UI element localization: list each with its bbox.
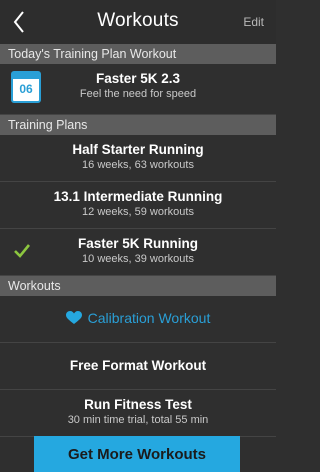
section-today: Today's Training Plan Workout <box>0 44 276 64</box>
plan-title: 13.1 Intermediate Running <box>53 189 223 204</box>
calibration-label: Calibration Workout <box>87 310 211 326</box>
today-workout-subtitle: Feel the need for speed <box>79 88 197 100</box>
edit-button[interactable]: Edit <box>243 15 264 29</box>
today-workout-row[interactable]: 06 Faster 5K 2.3 Feel the need for speed <box>0 64 276 115</box>
plan-subtitle: 16 weeks, 63 workouts <box>82 159 194 171</box>
checkmark-icon <box>14 244 30 258</box>
nav-bar: Workouts Edit <box>0 0 276 44</box>
section-workouts: Workouts <box>0 276 276 296</box>
plan-subtitle: 12 weeks, 59 workouts <box>82 206 194 218</box>
plan-title: Faster 5K Running <box>77 236 198 251</box>
heart-icon <box>65 311 82 324</box>
plan-row[interactable]: Half Starter Running 16 weeks, 63 workou… <box>0 135 276 182</box>
fitness-test-title: Run Fitness Test <box>84 397 192 412</box>
today-workout-title: Faster 5K 2.3 <box>95 71 181 86</box>
plan-row[interactable]: 13.1 Intermediate Running 12 weeks, 59 w… <box>0 182 276 229</box>
free-format-label: Free Format Workout <box>69 358 207 373</box>
plan-subtitle: 10 weeks, 39 workouts <box>82 253 194 265</box>
fitness-test-subtitle: 30 min time trial, total 55 min <box>67 414 209 426</box>
plan-title: Half Starter Running <box>72 142 204 157</box>
calendar-day: 06 <box>19 82 33 96</box>
page-title: Workouts <box>97 10 179 31</box>
section-training-plans: Training Plans <box>0 115 276 135</box>
get-more-workouts-button[interactable]: Get More Workouts <box>34 436 240 472</box>
calendar-icon: 06 <box>11 71 41 103</box>
calibration-workout-row[interactable]: Calibration Workout <box>0 296 276 343</box>
free-format-row[interactable]: Free Format Workout <box>0 343 276 390</box>
plan-row-selected[interactable]: Faster 5K Running 10 weeks, 39 workouts <box>0 229 276 276</box>
fitness-test-row[interactable]: Run Fitness Test 30 min time trial, tota… <box>0 390 276 437</box>
